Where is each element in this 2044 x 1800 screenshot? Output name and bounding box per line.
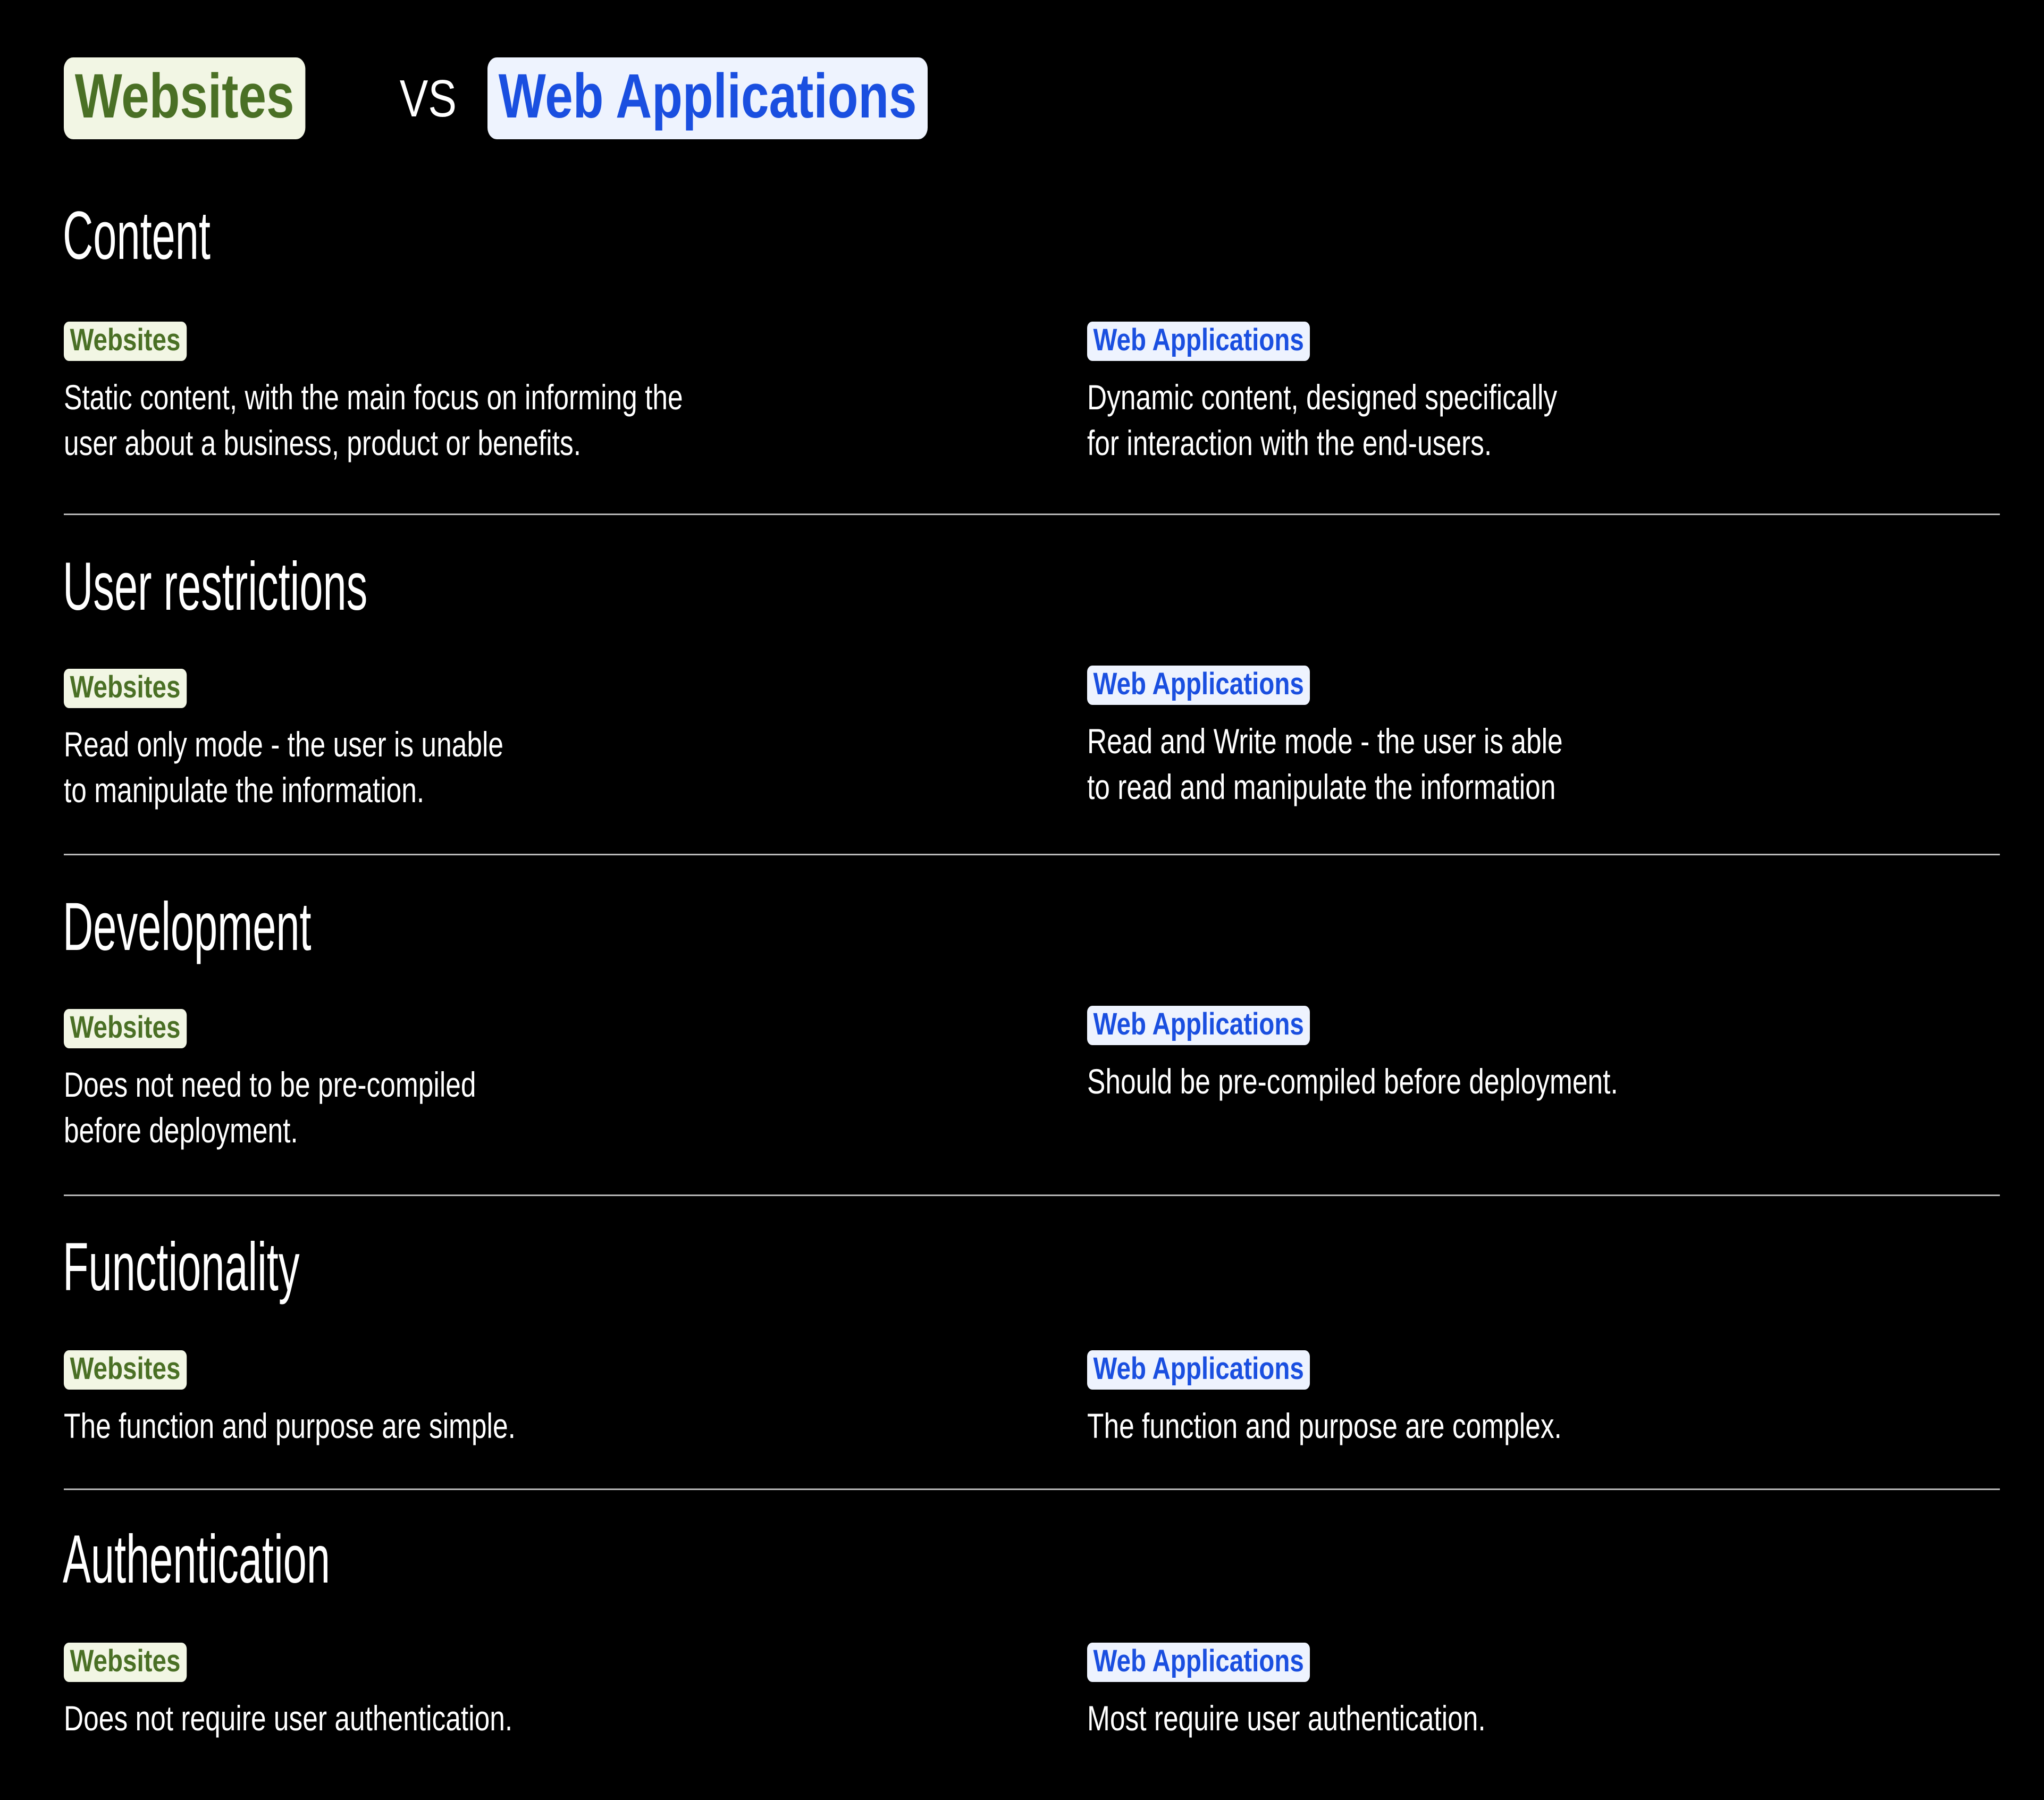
title-badge-websites: Websites	[64, 57, 306, 139]
tag-web-applications: Web Applications	[1087, 322, 1310, 361]
tag-web-applications: Web Applications	[1087, 1643, 1310, 1682]
section-content-column-web-applications: Web Applications Dynamic content, design…	[1087, 322, 2001, 466]
section-heading-user-restrictions: User restrictions	[63, 549, 368, 625]
tag-web-applications: Web Applications	[1087, 1350, 1310, 1390]
section-development-text-web-applications: Should be pre-compiled before deployment…	[1087, 1062, 1618, 1101]
section-divider	[64, 1195, 2000, 1196]
section-heading-development: Development	[63, 889, 312, 965]
title-separator-vs: VS	[399, 69, 457, 128]
section-heading-content: Content	[63, 198, 211, 274]
section-authentication-text-websites: Does not require user authentication.	[64, 1698, 513, 1738]
section-heading-functionality: Functionality	[63, 1229, 300, 1305]
tag-websites: Websites	[64, 669, 187, 708]
section-functionality-text-web-applications: The function and purpose are complex.	[1087, 1406, 1562, 1445]
section-content-column-websites: Websites Static content, with the main f…	[64, 322, 1074, 466]
section-content-text-web-applications: Dynamic content, designed specifically f…	[1087, 377, 1558, 462]
section-functionality-column-websites: Websites The function and purpose are si…	[64, 1350, 1074, 1449]
section-development-column-websites: Websites Does not need to be pre-compile…	[64, 1009, 1074, 1154]
section-development-text-websites: Does not need to be pre-compiled before …	[64, 1065, 476, 1150]
page-title: Websites VS Web Applications	[64, 57, 1038, 139]
tag-web-applications: Web Applications	[1087, 1006, 1310, 1045]
section-user-restrictions-text-web-applications: Read and Write mode - the user is able t…	[1087, 721, 1563, 806]
section-heading-authentication: Authentication	[63, 1521, 330, 1597]
section-authentication-text-web-applications: Most require user authentication.	[1087, 1698, 1486, 1738]
tag-websites: Websites	[64, 1009, 187, 1048]
section-functionality-text-websites: The function and purpose are simple.	[64, 1406, 516, 1445]
title-badge-web-applications: Web Applications	[487, 57, 928, 139]
section-user-restrictions-column-web-applications: Web Applications Read and Write mode - t…	[1087, 666, 2001, 810]
tag-web-applications: Web Applications	[1087, 666, 1310, 705]
section-content-text-websites: Static content, with the main focus on i…	[64, 377, 683, 462]
tag-websites: Websites	[64, 322, 187, 361]
section-divider	[64, 854, 2000, 855]
section-development-column-web-applications: Web Applications Should be pre-compiled …	[1087, 1006, 2001, 1105]
section-user-restrictions-text-websites: Read only mode - the user is unable to m…	[64, 725, 504, 810]
tag-websites: Websites	[64, 1643, 187, 1682]
tag-websites: Websites	[64, 1350, 187, 1390]
comparison-page: Websites VS Web Applications Content Web…	[0, 0, 2044, 1800]
section-divider	[64, 514, 2000, 515]
section-authentication-column-web-applications: Web Applications Most require user authe…	[1087, 1643, 2001, 1742]
section-functionality-column-web-applications: Web Applications The function and purpos…	[1087, 1350, 2001, 1449]
section-user-restrictions-column-websites: Websites Read only mode - the user is un…	[64, 669, 1074, 813]
section-authentication-column-websites: Websites Does not require user authentic…	[64, 1643, 1074, 1742]
section-divider	[64, 1488, 2000, 1490]
